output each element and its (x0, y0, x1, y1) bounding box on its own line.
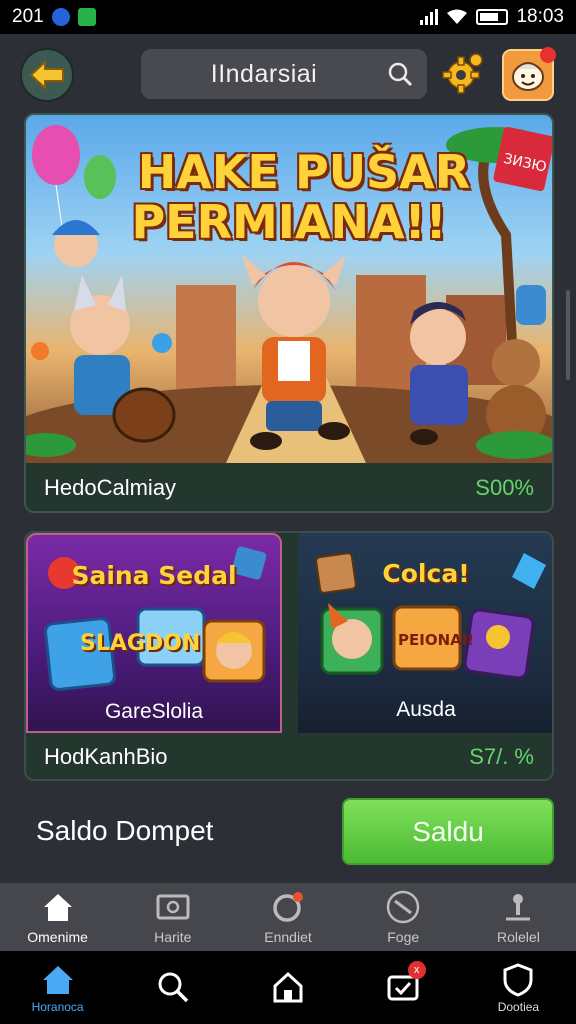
settings-button[interactable] (440, 50, 486, 96)
secondary-nav-item-rolelel[interactable]: Rolelel (461, 883, 576, 951)
featured-footer-label: HedoCalmiay (44, 475, 177, 500)
game-cards-footer: HodKanhBio S7/. % (26, 733, 552, 779)
signal-icon (420, 9, 439, 25)
home-icon (43, 894, 72, 921)
game-card-1[interactable]: Saina Sedal SLAGDON GareSlolia (26, 533, 282, 733)
game-card-1-title: Saina Sedal (71, 561, 237, 590)
bottom-nav-label: Horanoca (31, 999, 84, 1014)
search-icon (158, 972, 189, 1002)
bottom-nav-home[interactable]: Horanoca (0, 951, 115, 1024)
game-card-2-title: Colca! (382, 559, 470, 588)
secondary-nav-label: Foge (387, 929, 420, 945)
shield-icon (503, 962, 533, 997)
user-icon (506, 894, 531, 921)
game-card-2-name: Ausda (396, 698, 456, 721)
back-button[interactable] (20, 48, 74, 102)
battery-icon (476, 9, 509, 25)
house-outline-icon (273, 971, 303, 1002)
bottom-nav-messages[interactable]: x (346, 951, 461, 1024)
secondary-nav: Omenime Harite Enndiet Foge Rolelel (0, 883, 576, 951)
game-cards-footer-value: S7/. % (469, 744, 534, 769)
secondary-nav-item-harite[interactable]: Harite (115, 883, 230, 951)
featured-game-card[interactable]: ЗИЗЮ HAKE PUŠAR PERMIANA!! HedoCalmiay S… (24, 113, 554, 513)
refresh-icon (273, 892, 303, 922)
game-cards-panel: Saina Sedal SLAGDON GareSlolia Colca! PE… (24, 531, 554, 781)
top-bar: IIndarsiai (0, 34, 576, 114)
status-bar: 201 18:03 (0, 0, 576, 34)
gear-icon (442, 53, 483, 94)
bottom-nav-shield[interactable]: Dootiea (461, 951, 576, 1024)
bottom-nav: Horanoca x Dootiea (0, 951, 576, 1024)
game-card-1-art-text: SLAGDON (80, 631, 201, 656)
saldo-button[interactable]: Saldu (342, 798, 554, 865)
scrollbar[interactable] (566, 290, 570, 380)
game-cards-footer-label: HodKanhBio (44, 744, 168, 769)
wallet-label: Saldo Dompet (36, 815, 214, 846)
screen-icon (156, 894, 190, 920)
arrow-left-icon (29, 60, 64, 90)
notification-badge (540, 47, 556, 63)
secondary-nav-label: Enndiet (264, 929, 312, 945)
status-time: 18:03 (516, 6, 564, 27)
home-icon (42, 965, 73, 994)
app-screen: 201 18:03 IIndarsiai ЗИЗЮ HAKE PUŠAR PER… (0, 0, 576, 1024)
download-notification-icon (77, 8, 96, 26)
secondary-nav-label: Rolelel (497, 929, 540, 945)
bottom-nav-label: Dootiea (497, 999, 540, 1014)
profile-avatar[interactable] (502, 47, 556, 101)
status-left-text: 201 (12, 6, 44, 27)
featured-title-line1: HAKE PUŠAR (137, 145, 471, 199)
wifi-icon (447, 9, 468, 24)
game-card-2[interactable]: Colca! PEIONAI! Ausda (298, 533, 552, 733)
secondary-nav-label: Omenime (27, 929, 88, 945)
secondary-nav-item-enndiet[interactable]: Enndiet (230, 883, 345, 951)
secondary-nav-label: Harite (154, 929, 192, 945)
messages-badge: x (407, 961, 426, 979)
featured-footer: HedoCalmiay S00% (26, 463, 552, 511)
featured-footer-value: S00% (475, 475, 534, 500)
game-card-2-art-text: PEIONAI! (398, 631, 475, 649)
compass-icon (386, 890, 420, 924)
featured-title-line2: PERMIANA!! (131, 195, 447, 249)
search-bar[interactable]: IIndarsiai (141, 49, 427, 99)
bottom-nav-house[interactable] (230, 951, 345, 1024)
app-notification-icon (51, 8, 70, 26)
secondary-nav-item-foge[interactable]: Foge (346, 883, 461, 951)
featured-game-banner: ЗИЗЮ HAKE PUŠAR PERMIANA!! (26, 115, 552, 463)
bottom-nav-search[interactable] (115, 951, 230, 1024)
secondary-nav-item-home[interactable]: Omenime (0, 883, 115, 951)
search-icon[interactable] (387, 61, 413, 87)
search-text: IIndarsiai (210, 59, 318, 88)
game-card-1-name: GareSlolia (104, 700, 204, 723)
